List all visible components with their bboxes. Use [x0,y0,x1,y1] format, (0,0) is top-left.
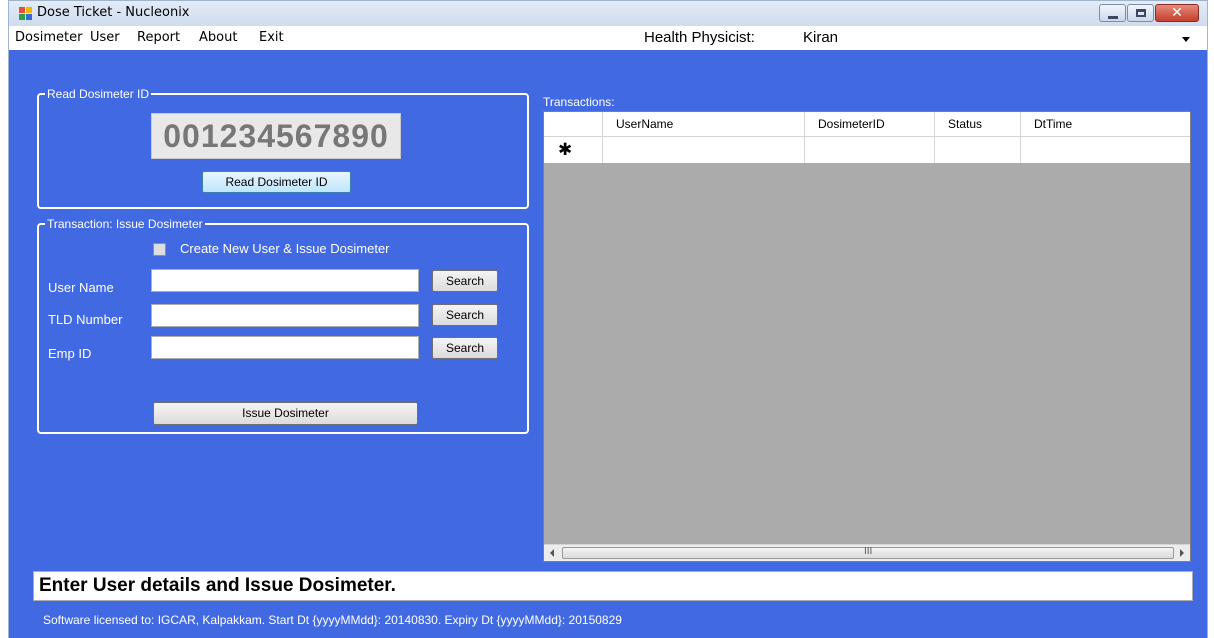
scroll-grip-icon: III [864,546,873,557]
user-name-search-button[interactable]: Search [432,270,498,292]
window-title: Dose Ticket - Nucleonix [37,5,190,20]
row-header-corner [544,112,603,137]
column-header-username[interactable]: UserName [603,112,805,137]
emp-id-label: Emp ID [48,346,92,361]
horizontal-scrollbar[interactable]: III [544,544,1190,561]
column-header-status[interactable]: Status [935,112,1021,137]
column-header-dosimeterid[interactable]: DosimeterID [805,112,935,137]
menu-about[interactable]: About [199,30,237,45]
cell-dosimeterid[interactable] [805,137,935,163]
scroll-thumb[interactable]: III [562,546,1174,559]
table-row-new[interactable]: ✱ [544,137,1190,163]
tld-number-label: TLD Number [48,312,123,327]
cell-status[interactable] [935,137,1021,163]
app-window: Dose Ticket - Nucleonix ✕ Dosimeter User… [8,0,1208,638]
tld-number-input[interactable] [151,304,419,327]
maximize-icon [1136,9,1146,17]
transactions-label: Transactions: [543,95,615,109]
row-header-cell[interactable]: ✱ [544,137,603,163]
issue-dosimeter-group: Transaction: Issue Dosimeter Create New … [37,217,529,434]
issue-dosimeter-button[interactable]: Issue Dosimeter [153,402,418,425]
read-dosimeter-legend: Read Dosimeter ID [45,87,152,101]
tld-number-search-button[interactable]: Search [432,304,498,326]
column-header-dttime[interactable]: DtTime [1021,112,1191,137]
emp-id-search-button[interactable]: Search [432,337,498,359]
grid-header: UserName DosimeterID Status DtTime [544,112,1190,137]
transactions-grid[interactable]: UserName DosimeterID Status DtTime ✱ III [543,111,1191,562]
dropdown-arrow-icon[interactable] [1182,37,1190,42]
close-icon: ✕ [1171,4,1183,20]
minimize-button[interactable] [1099,4,1126,22]
create-new-user-checkbox[interactable] [153,243,166,256]
client-area: Read Dosimeter ID 001234567890 Read Dosi… [9,50,1207,638]
cell-username[interactable] [603,137,805,163]
license-text: Software licensed to: IGCAR, Kalpakkam. … [43,613,622,627]
menu-user[interactable]: User [90,30,120,45]
health-physicist-select[interactable]: Kiran [799,27,1197,49]
scroll-left-icon[interactable] [550,549,554,557]
read-dosimeter-group: Read Dosimeter ID 001234567890 Read Dosi… [37,87,529,209]
create-new-user-label[interactable]: Create New User & Issue Dosimeter [180,241,390,256]
new-row-icon: ✱ [558,140,573,159]
health-physicist-label: Health Physicist: [644,29,755,46]
maximize-button[interactable] [1127,4,1154,22]
issue-dosimeter-legend: Transaction: Issue Dosimeter [45,217,205,231]
menu-report[interactable]: Report [137,30,180,45]
user-name-label: User Name [48,280,114,295]
title-bar: Dose Ticket - Nucleonix ✕ [9,1,1207,26]
cell-dttime[interactable] [1021,137,1191,163]
health-physicist-value: Kiran [803,29,839,46]
menu-bar: Dosimeter User Report About Exit Health … [9,26,1207,50]
scroll-right-icon[interactable] [1180,549,1184,557]
menu-exit[interactable]: Exit [259,30,284,45]
dosimeter-id-display: 001234567890 [151,113,401,159]
close-button[interactable]: ✕ [1155,4,1199,22]
minimize-icon [1108,16,1118,19]
read-dosimeter-id-button[interactable]: Read Dosimeter ID [202,171,351,193]
user-name-input[interactable] [151,269,419,292]
app-icon [19,7,32,20]
emp-id-input[interactable] [151,336,419,359]
menu-dosimeter[interactable]: Dosimeter [15,30,82,45]
status-message-box: Enter User details and Issue Dosimeter. [33,571,1193,601]
